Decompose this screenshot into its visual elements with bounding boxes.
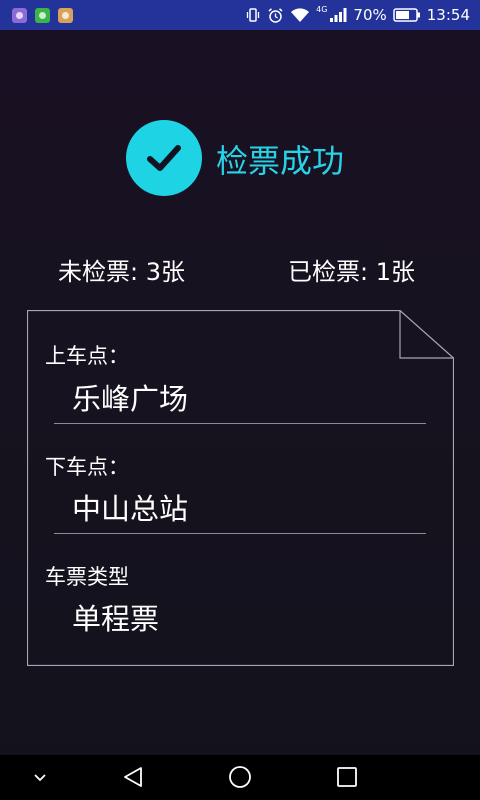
system-status: 4G 70% 13:54: [245, 4, 480, 24]
battery-percent: 70%: [353, 6, 387, 24]
home-icon[interactable]: [228, 765, 252, 789]
network-type: 4G: [316, 4, 328, 14]
navigation-bar: [0, 755, 480, 800]
divider: [54, 533, 426, 534]
signal-icon: [330, 8, 347, 22]
unchecked-count: 未检票: 3张: [58, 258, 185, 286]
clock: 13:54: [426, 6, 470, 24]
alighting-value: 中山总站: [72, 492, 189, 526]
collapse-icon[interactable]: [32, 765, 48, 789]
success-check-icon: [126, 120, 202, 196]
alighting-label: 下车点：: [45, 455, 129, 479]
wechat-icon: [35, 7, 50, 23]
notification-icons: [0, 7, 73, 23]
boarding-value: 乐峰广场: [72, 382, 189, 416]
battery-icon: [393, 8, 420, 22]
checked-count: 已检票: 1张: [288, 258, 415, 286]
recent-apps-icon[interactable]: [336, 765, 358, 789]
status-bar: 4G 70% 13:54: [0, 0, 480, 30]
vibrate-icon: [246, 8, 260, 22]
wifi-icon: [291, 8, 310, 22]
ticket-type-value: 单程票: [72, 602, 160, 636]
screen: 4G 70% 13:54 检票成功 未检票: 3张 已检票: 1张 上车点： 乐…: [0, 0, 480, 800]
boarding-label: 上车点：: [45, 344, 129, 368]
back-icon[interactable]: [121, 765, 145, 789]
success-title: 检票成功: [216, 142, 345, 180]
app-icon: [58, 7, 73, 23]
alarm-icon: [268, 7, 283, 23]
ticket-card: 上车点： 乐峰广场 下车点： 中山总站 车票类型 单程票: [27, 310, 454, 666]
divider: [54, 423, 426, 424]
gallery-icon: [12, 7, 27, 23]
ticket-type-label: 车票类型: [45, 565, 129, 589]
